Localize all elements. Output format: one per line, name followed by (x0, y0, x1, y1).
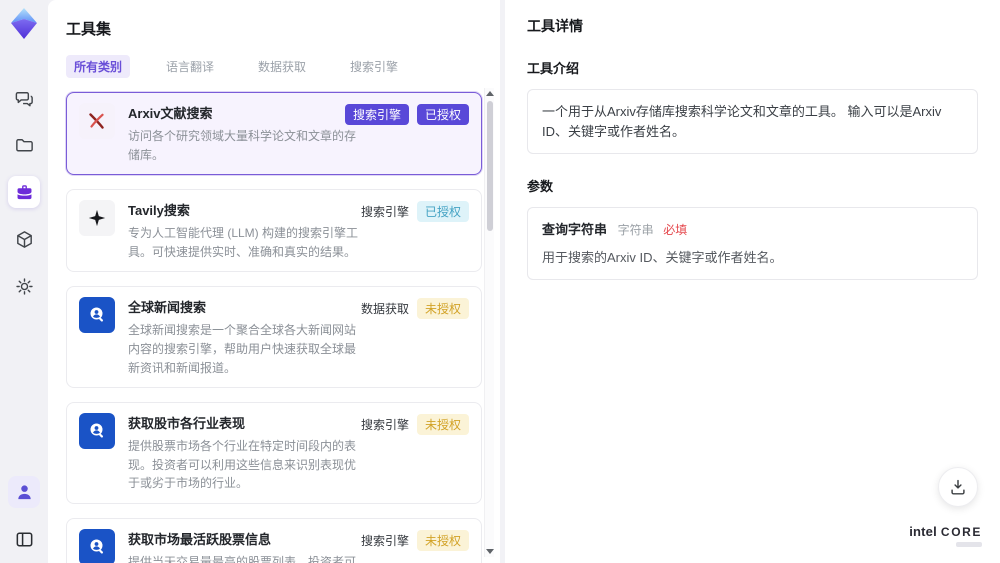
category-badge: 搜索引擎 (344, 104, 409, 125)
sidebar-item-settings[interactable] (8, 270, 40, 302)
tool-card-arxiv[interactable]: Arxiv文献搜索 访问各个研究领域大量科学论文和文章的存储库。 搜索引擎 已授… (66, 92, 482, 176)
tab-language-translation[interactable]: 语言翻译 (158, 55, 222, 78)
sidebar-item-files[interactable] (8, 129, 40, 161)
tool-description: 提供股票市场各个行业在特定时间段内的表现。投资者可以利用这些信息来识别表现优于或… (128, 439, 357, 491)
search-person-icon (79, 297, 115, 334)
intel-core-subtext (956, 542, 982, 547)
folder-icon (14, 135, 35, 156)
panel-divider (500, 0, 505, 563)
tool-card-sector-performance[interactable]: 获取股市各行业表现 提供股票市场各个行业在特定时间段内的表现。投资者可以利用这些… (66, 402, 482, 504)
status-badge: 未授权 (416, 414, 469, 436)
sidebar-item-toolbox[interactable] (8, 176, 40, 208)
cube-icon (14, 229, 35, 250)
tool-description: 专为人工智能代理 (LLM) 构建的搜索引擎工具。可快速提供实时、准确和真实的结… (128, 226, 359, 259)
intro-text: 一个用于从Arxiv存储库搜索科学论文和文章的工具。 输入可以是Arxiv ID… (527, 89, 978, 154)
status-badge: 已授权 (416, 104, 469, 125)
param-required-flag: 必填 (663, 223, 688, 237)
app-logo (6, 6, 42, 42)
search-person-icon (79, 528, 115, 563)
list-scrollbar[interactable] (484, 88, 494, 557)
param-card: 查询字符串 字符串 必填 用于搜索的Arxiv ID、关键字或作者姓名。 (527, 207, 978, 280)
download-icon (948, 477, 968, 497)
intel-core-logo: intel CORE (909, 524, 982, 547)
category-label: 数据获取 (360, 302, 409, 317)
tool-description: 提供当天交易量最高的股票列表。投资者可以利用这些信息来识别流动性强的股票和潜在的… (128, 554, 357, 563)
gear-icon (14, 276, 35, 297)
page-title: 工具集 (66, 21, 112, 38)
arxiv-icon (79, 103, 115, 139)
download-button[interactable] (938, 467, 978, 507)
details-title: 工具详情 (527, 18, 583, 34)
user-icon (14, 482, 35, 503)
tool-list: Arxiv文献搜索 访问各个研究领域大量科学论文和文章的存储库。 搜索引擎 已授… (66, 92, 482, 563)
param-description: 用于搜索的Arxiv ID、关键字或作者姓名。 (542, 249, 783, 265)
search-person-icon (79, 413, 115, 450)
category-label: 搜索引擎 (360, 205, 409, 220)
tool-details-panel: 工具详情 工具介绍 一个用于从Arxiv存储库搜索科学论文和文章的工具。 输入可… (505, 0, 1000, 563)
tools-panel: 工具集 所有类别 语言翻译 数据获取 搜索引擎 Arxiv文献搜索 访问各个研究… (48, 0, 500, 563)
tool-name: 获取市场最活跃股票信息 (128, 531, 272, 547)
status-badge: 未授权 (416, 298, 469, 320)
sparkle-icon (79, 200, 115, 237)
scrollbar-track[interactable] (485, 99, 494, 546)
tab-search-engine[interactable]: 搜索引擎 (342, 55, 406, 78)
intel-wordmark: intel (909, 524, 937, 539)
category-label: 搜索引擎 (360, 533, 409, 548)
sidebar-item-packages[interactable] (8, 223, 40, 255)
toolbox-icon (14, 182, 35, 203)
sidebar-item-chat[interactable] (8, 82, 40, 114)
panels-icon (14, 529, 35, 550)
core-wordmark: CORE (940, 525, 982, 539)
tool-name: Arxiv文献搜索 (128, 106, 213, 121)
tool-name: 获取股市各行业表现 (128, 416, 246, 432)
scrollbar-thumb[interactable] (487, 101, 493, 231)
sidebar (0, 0, 48, 563)
tool-description: 全球新闻搜索是一个聚合全球各大新闻网站内容的搜索引擎，帮助用户快速获取全球最新资… (128, 323, 357, 375)
param-type: 字符串 (617, 223, 654, 237)
tool-name: Tavily搜索 (128, 203, 190, 219)
status-badge: 已授权 (416, 201, 469, 223)
tab-data-fetch[interactable]: 数据获取 (250, 55, 314, 78)
param-name: 查询字符串 (542, 222, 608, 237)
params-heading: 参数 (527, 179, 554, 194)
sidebar-item-collapse[interactable] (8, 523, 40, 555)
tool-name: 全球新闻搜索 (128, 300, 207, 316)
category-tabs: 所有类别 语言翻译 数据获取 搜索引擎 (66, 55, 500, 78)
tool-card-tavily[interactable]: Tavily搜索 专为人工智能代理 (LLM) 构建的搜索引擎工具。可快速提供实… (66, 189, 482, 273)
tab-all-categories[interactable]: 所有类别 (66, 55, 131, 78)
tool-card-global-news[interactable]: 全球新闻搜索 全球新闻搜索是一个聚合全球各大新闻网站内容的搜索引擎，帮助用户快速… (66, 286, 482, 389)
tool-description: 访问各个研究领域大量科学论文和文章的存储库。 (128, 129, 357, 162)
sidebar-item-user[interactable] (8, 476, 40, 508)
intro-heading: 工具介绍 (527, 61, 580, 76)
category-label: 搜索引擎 (360, 418, 409, 433)
scroll-down-arrow-icon[interactable] (485, 549, 494, 554)
status-badge: 未授权 (416, 529, 469, 551)
chat-icon (14, 88, 35, 109)
tool-card-most-active-stocks[interactable]: 获取市场最活跃股票信息 提供当天交易量最高的股票列表。投资者可以利用这些信息来识… (66, 517, 482, 563)
scroll-up-arrow-icon[interactable] (485, 91, 494, 96)
